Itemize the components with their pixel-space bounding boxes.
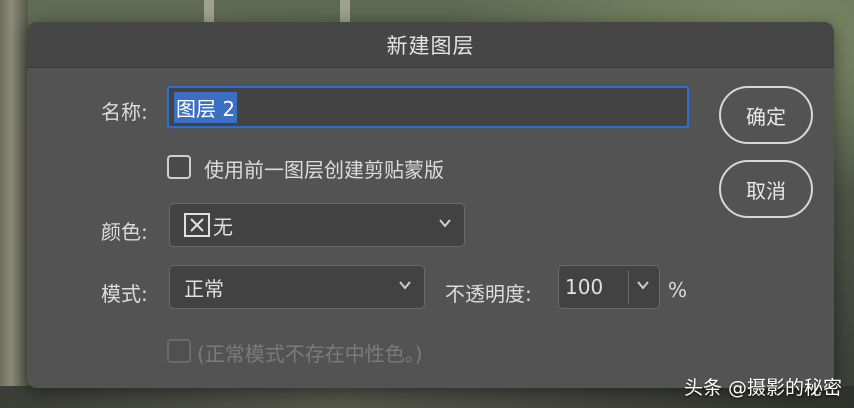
new-layer-dialog: 新建图层 名称: 图层 2 确定 取消 使用前一图层创建剪贴蒙版 颜色: 无 模… bbox=[27, 22, 834, 388]
mode-label: 模式: bbox=[101, 282, 148, 306]
chevron-down-icon bbox=[439, 219, 451, 228]
opacity-label: 不透明度: bbox=[445, 282, 532, 306]
opacity-divider bbox=[628, 270, 629, 304]
background-photo-left bbox=[0, 0, 28, 408]
no-color-icon bbox=[184, 213, 210, 237]
opacity-input[interactable]: 100 bbox=[558, 265, 660, 309]
neutral-fill-checkbox[interactable] bbox=[167, 339, 191, 363]
opacity-unit: % bbox=[668, 278, 688, 302]
opacity-value: 100 bbox=[565, 275, 604, 299]
blend-mode-select[interactable]: 正常 bbox=[169, 265, 425, 309]
chevron-down-icon[interactable] bbox=[636, 278, 650, 292]
chevron-down-icon bbox=[399, 281, 411, 290]
watermark: 头条 @摄影的秘密 bbox=[683, 377, 842, 399]
name-label: 名称: bbox=[101, 100, 148, 124]
layer-name-value: 图层 2 bbox=[174, 91, 238, 123]
clipping-mask-label: 使用前一图层创建剪贴蒙版 bbox=[204, 158, 444, 182]
neutral-fill-label: (正常模式不存在中性色。) bbox=[197, 342, 423, 366]
mode-value: 正常 bbox=[184, 276, 224, 301]
color-select[interactable]: 无 bbox=[169, 203, 465, 247]
cancel-button[interactable]: 取消 bbox=[719, 160, 813, 218]
color-value: 无 bbox=[213, 214, 233, 239]
color-label: 颜色: bbox=[101, 220, 148, 244]
layer-name-input[interactable]: 图层 2 bbox=[167, 86, 689, 128]
dialog-title: 新建图层 bbox=[27, 22, 834, 68]
ok-button[interactable]: 确定 bbox=[719, 86, 813, 144]
clipping-mask-checkbox[interactable] bbox=[167, 155, 191, 179]
